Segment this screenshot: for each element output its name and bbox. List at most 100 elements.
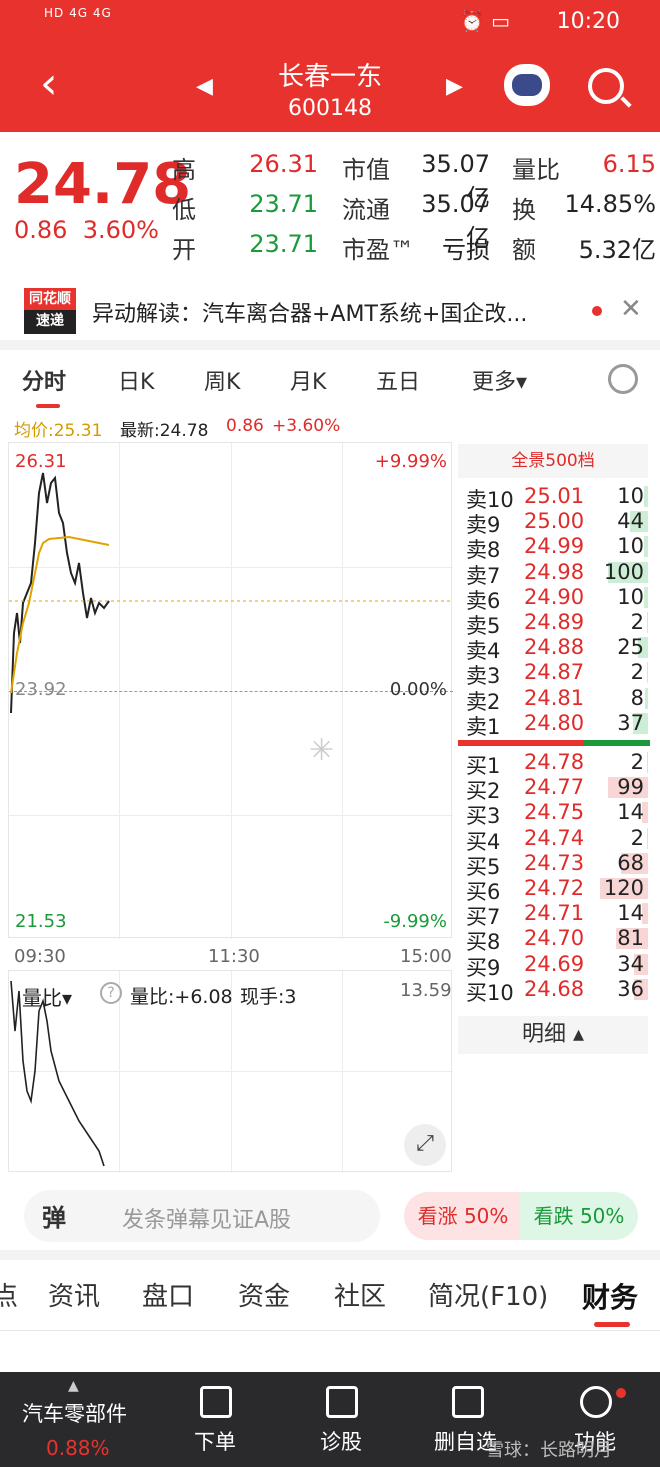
sell-row[interactable]: 卖3 24.87 2 xyxy=(466,660,650,688)
info-tab[interactable]: 社区 xyxy=(334,1276,386,1313)
intraday-chart[interactable]: 26.31 23.92 21.53 +9.99% 0.00% -9.99% ✳ xyxy=(8,442,453,939)
news-headline[interactable]: 异动解读：汽车离合器+AMT系统+国企改... xyxy=(92,296,527,328)
buy-volume: 34 xyxy=(617,951,644,976)
close-icon[interactable]: ✕ xyxy=(620,294,642,324)
change-value: 0.86 xyxy=(14,216,68,244)
sell-row[interactable]: 卖9 25.00 44 xyxy=(466,509,650,537)
divider xyxy=(0,1330,660,1331)
buy-volume: 99 xyxy=(617,775,644,800)
quote-value: 23.71 xyxy=(249,230,318,258)
buy-price: 24.69 xyxy=(524,951,585,976)
alarm-icon: ⏰ ▭ xyxy=(459,9,510,33)
time-label-close: 15:00 xyxy=(400,946,452,967)
buy-row[interactable]: 买1 24.78 2 xyxy=(466,750,650,778)
price-mid-label: 23.92 xyxy=(15,679,67,700)
order-button[interactable]: 下单 xyxy=(194,1426,236,1456)
quote-value: 14.85% xyxy=(564,190,656,218)
sell-row[interactable]: 卖10 25.01 10 xyxy=(466,484,650,512)
buy-sell-ratio-green xyxy=(584,740,650,746)
buy-row[interactable]: 买4 24.74 2 xyxy=(466,826,650,854)
quote-value: 亏损 xyxy=(442,236,490,264)
info-tab[interactable]: 简况(F10) xyxy=(428,1276,548,1313)
fullscreen-expand-icon[interactable]: ⤢ xyxy=(404,1124,446,1166)
info-tab[interactable]: 资讯 xyxy=(48,1276,100,1313)
remove-watchlist-icon[interactable] xyxy=(452,1386,484,1418)
diagnose-icon[interactable] xyxy=(326,1386,358,1418)
buy-sell-ratio-red xyxy=(458,740,584,746)
buy-volume: 36 xyxy=(617,976,644,1001)
sell-price: 24.88 xyxy=(524,635,585,660)
volume-ratio-value: 量比:+6.08 xyxy=(130,986,233,1008)
buy-price: 24.71 xyxy=(524,901,585,926)
buy-row[interactable]: 买6 24.72 120 xyxy=(466,876,650,904)
divider xyxy=(0,340,660,350)
price-low-label: 21.53 xyxy=(15,911,67,932)
sell-price: 24.80 xyxy=(524,710,585,735)
chart-tab[interactable]: 月K xyxy=(290,364,326,396)
volume-bar xyxy=(645,687,648,709)
buy-volume: 68 xyxy=(617,850,644,875)
order-icon[interactable] xyxy=(200,1386,232,1418)
info-tab[interactable]: 财务 xyxy=(582,1276,638,1316)
buy-volume: 14 xyxy=(617,901,644,926)
chart-tab[interactable]: 更多▾ xyxy=(472,364,527,396)
next-stock-icon[interactable]: ▶ xyxy=(446,74,463,99)
chart-tab[interactable]: 五日 xyxy=(376,364,420,396)
quote-value: 26.31 xyxy=(249,150,318,178)
detail-button[interactable]: 明细 ▴ xyxy=(458,1016,648,1054)
buy-row[interactable]: 买2 24.77 99 xyxy=(466,775,650,803)
quote-label: 低 xyxy=(172,196,196,224)
change-percent: 3.60% xyxy=(82,216,159,244)
signal-indicator: HD 4G 4G xyxy=(44,6,112,20)
buy-row[interactable]: 买7 24.71 14 xyxy=(466,901,650,929)
sell-volume: 10 xyxy=(617,534,644,559)
sell-row[interactable]: 卖6 24.90 10 xyxy=(466,585,650,613)
status-bar: HD 4G 4G ⏰ ▭ 10:20 xyxy=(0,0,660,44)
vote-up-button[interactable]: 看涨 50% xyxy=(404,1192,522,1240)
latest-price: 最新:24.78 xyxy=(120,421,209,441)
notification-dot-icon xyxy=(616,1388,626,1398)
diagnose-button[interactable]: 诊股 xyxy=(320,1426,362,1456)
sell-row[interactable]: 卖2 24.81 8 xyxy=(466,685,650,714)
info-tab[interactable]: 盘口 xyxy=(142,1276,194,1313)
orderbook-title[interactable]: 全景500档 xyxy=(458,444,648,478)
sector-name[interactable]: 汽车零部件 xyxy=(22,1398,127,1428)
chart-tab[interactable]: 日K xyxy=(118,364,154,396)
clock: 10:20 xyxy=(556,9,620,34)
buy-row[interactable]: 买9 24.69 34 xyxy=(466,951,650,980)
avg-price: 均价:25.31 xyxy=(14,421,103,441)
sell-row[interactable]: 卖5 24.89 2 xyxy=(466,610,650,638)
sell-price: 24.81 xyxy=(524,685,585,710)
sell-row[interactable]: 卖7 24.98 100 xyxy=(466,560,650,588)
volume-ratio-dropdown[interactable]: 量比▾ xyxy=(22,982,72,1011)
sell-row[interactable]: 卖4 24.88 25 xyxy=(466,635,650,663)
robot-assistant-icon[interactable] xyxy=(504,64,550,106)
danmaku-icon[interactable]: 弹 xyxy=(42,1198,66,1233)
help-icon[interactable]: ? xyxy=(100,982,122,1004)
buy-row[interactable]: 买5 24.73 68 xyxy=(466,850,650,879)
pct-low-label: -9.99% xyxy=(383,911,447,932)
quote-label: 额 xyxy=(512,236,536,264)
buy-row[interactable]: 买10 24.68 36 xyxy=(466,976,650,1005)
chart-tab[interactable]: 分时 xyxy=(22,364,66,396)
chart-tab[interactable]: 周K xyxy=(204,364,240,396)
vote-down-button[interactable]: 看跌 50% xyxy=(520,1192,638,1240)
pct-high-label: +9.99% xyxy=(374,451,447,472)
stock-name: 长春一东 xyxy=(277,62,382,92)
buy-row[interactable]: 买3 24.75 14 xyxy=(466,800,650,828)
info-tab[interactable]: 点 xyxy=(0,1276,18,1313)
sell-row[interactable]: 卖8 24.99 10 xyxy=(466,534,650,562)
info-tab[interactable]: 资金 xyxy=(238,1276,290,1313)
settings-gear-icon[interactable] xyxy=(608,364,638,394)
buy-row[interactable]: 买8 24.70 81 xyxy=(466,926,650,954)
buy-price: 24.75 xyxy=(524,800,585,825)
sell-row[interactable]: 卖1 24.80 37 xyxy=(466,710,650,739)
sell-volume: 25 xyxy=(617,635,644,660)
quote-label: 高 xyxy=(172,156,196,184)
news-bar[interactable]: 同花顺 速递 异动解读：汽车离合器+AMT系统+国企改... ✕ xyxy=(0,282,660,340)
menu-icon[interactable] xyxy=(580,1386,612,1418)
search-icon[interactable] xyxy=(588,68,624,104)
danmaku-input[interactable]: 发条弹幕见证A股 xyxy=(122,1202,291,1234)
active-tab-indicator xyxy=(36,404,60,408)
current-price: 24.78 xyxy=(14,152,192,217)
